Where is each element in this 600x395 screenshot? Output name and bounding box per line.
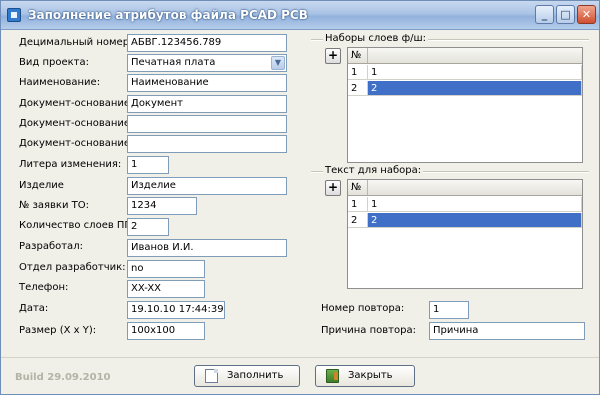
layers-count-input[interactable]: 2 [127,218,169,236]
set-text-grid[interactable]: № 1 1 2 2 [347,179,583,289]
base-doc-1-input[interactable]: Документ [127,95,287,113]
chevron-down-icon[interactable]: ▼ [271,56,285,70]
exit-icon [326,369,339,383]
size-input[interactable]: 100x100 [127,322,205,340]
grid-header-value [368,48,582,63]
add-layer-set-button[interactable]: + [325,48,341,64]
row-num: 1 [348,65,368,80]
decimal-number-label: Децимальный номер: [19,37,133,48]
layer-sets-grid[interactable]: № 1 1 2 2 [347,47,583,163]
base-doc-3-input[interactable] [127,135,287,153]
footer-divider [1,357,599,358]
repeat-reason-label: Причина повтора: [321,325,416,336]
row-value[interactable]: 1 [368,65,582,80]
decimal-number-input[interactable]: АБВГ.123456.789 [127,34,287,52]
grid-header: № [348,180,582,196]
base-doc-2-label: Документ-основание 2: [19,118,143,129]
table-row[interactable]: 1 1 [348,197,582,212]
row-num: 1 [348,197,368,212]
close-button[interactable]: Закрыть [315,365,415,387]
row-num: 2 [348,213,368,228]
app-icon [7,8,21,22]
minimize-button[interactable]: _ [535,5,554,24]
developer-dept-label: Отдел разработчик: [19,262,126,273]
base-doc-1-label: Документ-основание 1: [19,98,143,109]
phone-label: Телефон: [19,282,69,293]
table-row[interactable]: 1 1 [348,65,582,80]
repeat-number-label: Номер повтора: [321,303,405,314]
developer-dept-input[interactable]: no [127,260,205,278]
add-set-text-button[interactable]: + [325,180,341,196]
product-label: Изделие [19,180,64,191]
grid-header-num: № [348,180,368,195]
row-num: 2 [348,81,368,96]
date-label: Дата: [19,303,49,314]
base-doc-2-input[interactable] [127,115,287,133]
title-bar[interactable]: Заполнение атрибутов файла PCAD PCB _ □ … [1,1,599,30]
date-input[interactable]: 19.10.10 17:44:39 [127,301,225,319]
fill-button-label: Заполнить [227,370,284,381]
maximize-button[interactable]: □ [556,5,575,24]
name-label: Наименование: [19,77,101,88]
close-button-label: Закрыть [348,370,393,381]
row-value[interactable]: 2 [368,213,582,228]
project-type-label: Вид проекта: [19,57,89,68]
change-letter-label: Литера изменения: [19,159,122,170]
developer-input[interactable]: Иванов И.И. [127,239,287,257]
main-window: Заполнение атрибутов файла PCAD PCB _ □ … [0,0,600,395]
project-type-value: Печатная плата [131,57,216,68]
to-request-input[interactable]: 1234 [127,197,197,215]
close-window-button[interactable]: ✕ [577,5,596,24]
set-text-title: Текст для набора: [323,165,424,176]
table-row[interactable]: 2 2 [348,81,582,96]
repeat-number-input[interactable]: 1 [429,301,469,319]
document-icon [205,369,218,383]
grid-header-value [368,180,582,195]
layer-sets-title: Наборы слоев ф/ш: [323,33,429,44]
window-title: Заполнение атрибутов файла PCAD PCB [28,8,308,22]
to-request-label: № заявки ТО: [19,200,89,211]
grid-header: № [348,48,582,64]
project-type-select[interactable]: Печатная плата ▼ [127,54,287,72]
product-input[interactable]: Изделие [127,177,287,195]
size-label: Размер (X x Y): [19,325,97,336]
row-value[interactable]: 1 [368,197,582,212]
fill-button[interactable]: Заполнить [194,365,300,387]
table-row[interactable]: 2 2 [348,213,582,228]
repeat-reason-input[interactable]: Причина [429,322,585,340]
layers-count-label: Количество слоев ПП: [19,220,136,231]
name-input[interactable]: Наименование [127,74,287,92]
row-value[interactable]: 2 [368,81,582,96]
build-label: Build 29.09.2010 [15,372,111,383]
base-doc-3-label: Документ-основание 3: [19,138,143,149]
developer-label: Разработал: [19,241,83,252]
grid-header-num: № [348,48,368,63]
change-letter-input[interactable]: 1 [127,156,169,174]
phone-input[interactable]: XX-XX [127,280,205,298]
